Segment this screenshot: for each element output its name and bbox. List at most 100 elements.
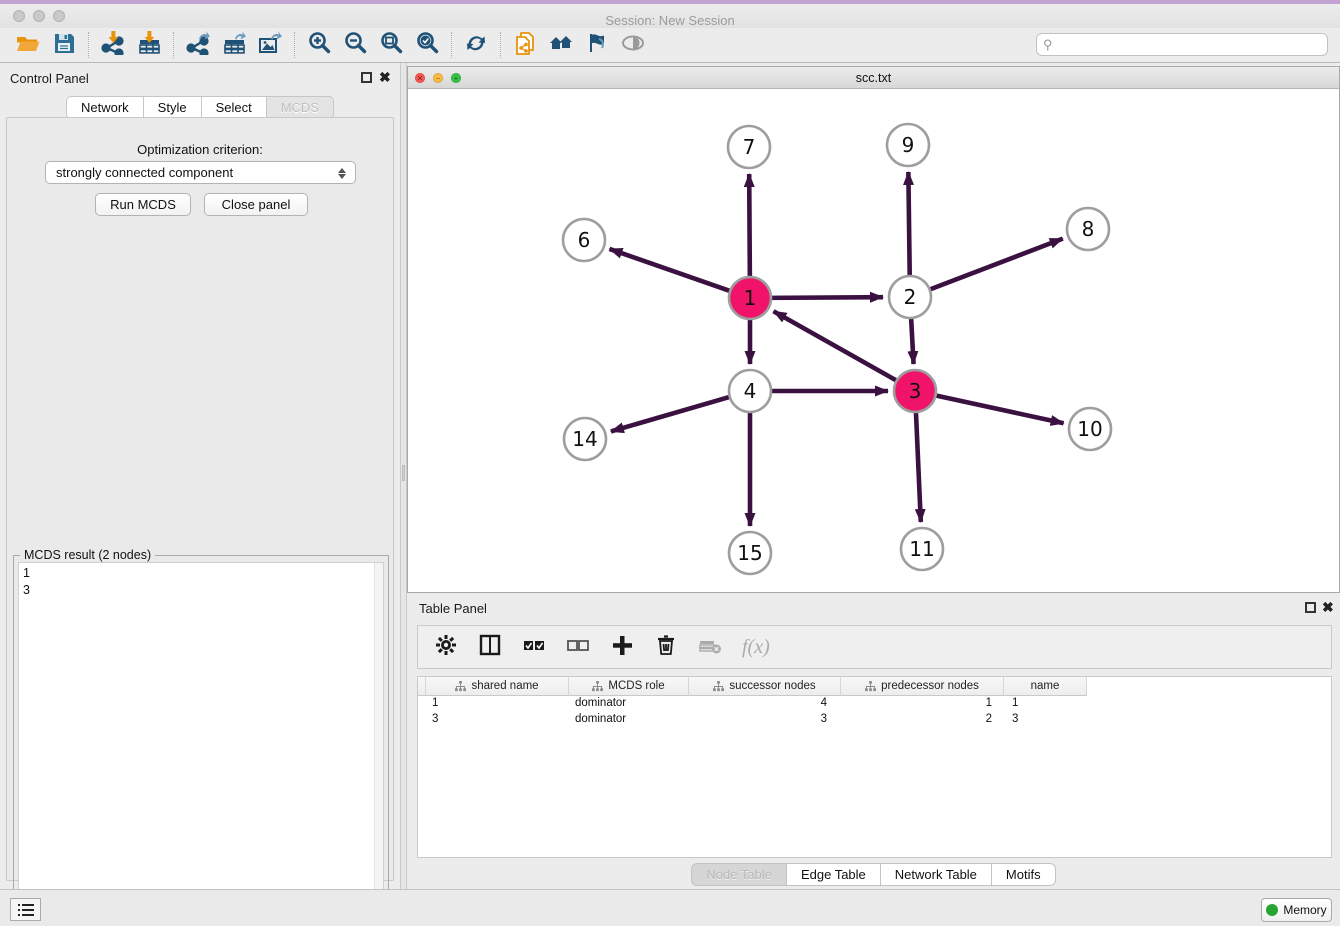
table-cell[interactable]: 3: [689, 712, 841, 728]
export-image-button[interactable]: [255, 30, 285, 60]
tab-node-table[interactable]: Node Table: [691, 863, 787, 886]
delete-row-button[interactable]: [654, 633, 678, 662]
close-table-panel-icon[interactable]: ✖: [1322, 599, 1334, 616]
float-table-panel-icon[interactable]: [1305, 602, 1316, 613]
search-box[interactable]: ⚲: [1036, 33, 1328, 56]
tree-icon: [592, 681, 603, 692]
tab-network[interactable]: Network: [66, 96, 144, 119]
graph-node-10[interactable]: 10: [1069, 408, 1111, 450]
close-panel-button[interactable]: Close panel: [204, 193, 308, 216]
table-cell[interactable]: 3: [426, 712, 569, 728]
table-cell[interactable]: 2: [841, 712, 1004, 728]
graph-node-8[interactable]: 8: [1067, 208, 1109, 250]
graph-node-14[interactable]: 14: [564, 418, 606, 460]
scrollbar-track[interactable]: [374, 563, 383, 922]
graph-node-2[interactable]: 2: [889, 276, 931, 318]
edge-1-2[interactable]: [769, 297, 883, 298]
tab-motifs[interactable]: Motifs: [992, 863, 1056, 886]
table-body: 1dominator4113dominator323: [418, 696, 1331, 728]
column-header-shared-name[interactable]: shared name: [426, 677, 569, 696]
column-header-successor-nodes[interactable]: successor nodes: [689, 677, 841, 696]
open-session-button[interactable]: [13, 30, 43, 60]
edge-2-9[interactable]: [908, 172, 909, 278]
close-panel-icon[interactable]: ✖: [379, 69, 391, 86]
save-session-button[interactable]: [49, 30, 79, 60]
graphics-details-button[interactable]: [582, 30, 612, 60]
zoom-selected-button[interactable]: [412, 30, 442, 60]
graph-node-6[interactable]: 6: [563, 219, 605, 261]
mcds-result-text[interactable]: 1 3: [18, 562, 384, 923]
column-header-name[interactable]: name: [1004, 677, 1087, 696]
tree-icon: [713, 681, 724, 692]
graph-node-11[interactable]: 11: [901, 528, 943, 570]
edge-1-7[interactable]: [749, 174, 750, 279]
table-cell[interactable]: 1: [426, 696, 569, 712]
edge-4-14[interactable]: [611, 396, 732, 431]
edge-2-3[interactable]: [911, 316, 914, 364]
edge-3-10[interactable]: [934, 395, 1064, 423]
node-label: 1: [744, 286, 757, 310]
graph-node-4[interactable]: 4: [729, 370, 771, 412]
add-row-button[interactable]: [610, 633, 634, 662]
open-session-icon: [16, 31, 40, 60]
unselect-all-button[interactable]: [566, 633, 590, 662]
network-graph-canvas[interactable]: 7 9 6 8 1 2 4 3 14 10 15 11: [408, 89, 1339, 592]
columns-button[interactable]: [478, 633, 502, 662]
graph-node-9[interactable]: 9: [887, 124, 929, 166]
criterion-dropdown[interactable]: strongly connected component: [45, 161, 356, 184]
tab-mcds[interactable]: MCDS: [267, 96, 334, 119]
graph-node-3[interactable]: 3: [894, 370, 936, 412]
splitter-grip[interactable]: [402, 465, 405, 481]
apply-layout-button[interactable]: [461, 30, 491, 60]
memory-button[interactable]: Memory: [1261, 898, 1332, 922]
zoom-fit-button[interactable]: [376, 30, 406, 60]
table-row[interactable]: 3dominator323: [418, 712, 1331, 728]
tab-edge-table[interactable]: Edge Table: [787, 863, 881, 886]
table-cell[interactable]: dominator: [569, 696, 689, 712]
import-table-button[interactable]: [134, 30, 164, 60]
zoom-out-button[interactable]: [340, 30, 370, 60]
table-row[interactable]: 1dominator411: [418, 696, 1331, 712]
tab-network-table[interactable]: Network Table: [881, 863, 992, 886]
network-view-window: ✕ − + scc.txt 7968124314101511: [407, 66, 1340, 593]
select-all-button[interactable]: [522, 633, 546, 662]
hide-panel-eye-button[interactable]: [618, 30, 648, 60]
node-label: 2: [904, 285, 917, 309]
node-table[interactable]: shared name MCDS role successor nodes prede…: [417, 676, 1332, 858]
table-cell[interactable]: 1: [1004, 696, 1087, 712]
edge-3-11[interactable]: [916, 410, 921, 522]
float-panel-icon[interactable]: [361, 72, 372, 83]
search-input[interactable]: [1053, 36, 1327, 54]
import-network-button[interactable]: [98, 30, 128, 60]
function-fx-button: f(x): [742, 636, 770, 659]
tab-select[interactable]: Select: [202, 96, 267, 119]
column-header-predecessor-nodes[interactable]: predecessor nodes: [841, 677, 1004, 696]
graph-node-7[interactable]: 7: [728, 126, 770, 168]
edge-1-6[interactable]: [609, 249, 732, 292]
table-cell[interactable]: dominator: [569, 712, 689, 728]
clone-network-button[interactable]: [510, 30, 540, 60]
table-cell[interactable]: 4: [689, 696, 841, 712]
edge-3-1[interactable]: [774, 311, 899, 381]
edge-2-8[interactable]: [928, 239, 1063, 291]
graph-node-1[interactable]: 1: [729, 277, 771, 319]
show-panels-button[interactable]: [10, 898, 41, 921]
session-title: Session: New Session: [0, 13, 1340, 28]
column-label: predecessor nodes: [881, 680, 979, 692]
zoom-in-button[interactable]: [304, 30, 334, 60]
zoom-out-icon: [343, 31, 367, 60]
delete-row-icon: [654, 633, 678, 662]
run-mcds-button[interactable]: Run MCDS: [95, 193, 191, 216]
column-label: name: [1031, 680, 1060, 692]
export-table-button[interactable]: [219, 30, 249, 60]
graph-node-15[interactable]: 15: [729, 532, 771, 574]
gear-button[interactable]: [434, 633, 458, 662]
vertical-splitter[interactable]: [400, 63, 407, 889]
tab-style[interactable]: Style: [144, 96, 202, 119]
column-header-MCDS-role[interactable]: MCDS role: [569, 677, 689, 696]
first-neighbors-button[interactable]: [546, 30, 576, 60]
export-network-button[interactable]: [183, 30, 213, 60]
column-label: MCDS role: [608, 680, 664, 692]
table-cell[interactable]: 3: [1004, 712, 1087, 728]
table-cell[interactable]: 1: [841, 696, 1004, 712]
